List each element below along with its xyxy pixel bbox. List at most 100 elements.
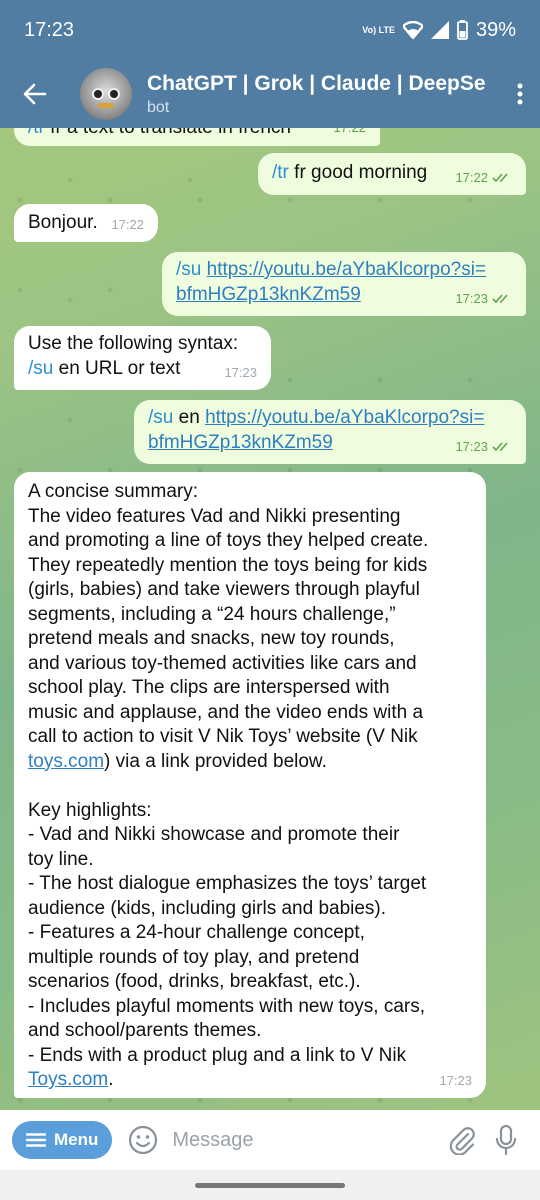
battery-percent: 39% xyxy=(475,18,516,41)
summary-line: and various toy-themed activities like c… xyxy=(28,652,417,674)
message-outgoing[interactable]: /tr fr good morning 17:22 xyxy=(258,153,526,195)
message-text: Bonjour. xyxy=(28,212,98,233)
message-time: 17:22 xyxy=(111,216,144,232)
battery-icon xyxy=(457,20,468,40)
message-meta: 17:22 xyxy=(111,213,144,238)
summary-line: and promoting a line of toys they helped… xyxy=(28,530,429,551)
summary-line: pretend meals and snacks, new toy rounds… xyxy=(28,628,395,649)
highlight-line: - Ends with a product plug and a link to… xyxy=(28,1044,407,1066)
avatar-eye xyxy=(92,88,104,100)
message-outgoing[interactable]: /su https://youtu.be/aYbaKlcorpo?si= bfm… xyxy=(162,252,526,316)
message-outgoing[interactable]: /tr fr a text to translate in french 17:… xyxy=(14,128,380,146)
volte-indicator: Vo) LTE xyxy=(362,24,395,35)
message-time: 17:23 xyxy=(439,1072,472,1088)
highlight-line: - Vad and Nikki showcase and promote the… xyxy=(28,824,400,845)
microphone-icon xyxy=(495,1124,517,1156)
message-list[interactable]: /tr fr a text to translate in french 17:… xyxy=(0,128,540,1100)
status-time: 17:23 xyxy=(24,18,75,41)
message-meta: 17:23 xyxy=(455,287,512,312)
system-nav-bar xyxy=(0,1170,540,1200)
message-text: Use the following syntax: xyxy=(28,333,239,354)
signal-icon xyxy=(430,21,449,39)
summary-line: A concise summary: xyxy=(28,481,198,502)
message-incoming[interactable]: Bonjour. 17:22 xyxy=(14,204,158,242)
summary-line: music and applause, and the video ends w… xyxy=(28,701,424,723)
message-meta: 17:23 xyxy=(224,361,257,386)
highlight-line: and school/parents themes. xyxy=(28,1020,262,1041)
message-text: fr a text to translate in french xyxy=(45,128,291,138)
bot-avatar[interactable] xyxy=(80,68,132,120)
chat-subtitle: bot xyxy=(147,98,170,116)
more-vertical-icon xyxy=(517,83,523,105)
double-check-icon xyxy=(492,294,508,304)
highlight-line: toy line. xyxy=(28,848,94,870)
message-time: 17:23 xyxy=(455,290,488,306)
message-link[interactable]: Toys.com xyxy=(28,1069,108,1090)
summary-line: segments, including a “24 hours challeng… xyxy=(28,603,396,625)
chat-title: ChatGPT | Grok | Claude | DeepSe xyxy=(147,71,486,95)
chat-header: ChatGPT | Grok | Claude | DeepSe bot xyxy=(0,60,540,128)
voice-record-button[interactable] xyxy=(484,1118,528,1162)
avatar-mouth xyxy=(98,103,114,108)
more-options-button[interactable] xyxy=(500,60,540,128)
message-outgoing[interactable]: /su en https://youtu.be/aYbaKlcorpo?si= … xyxy=(134,400,526,464)
highlight-line: Key highlights: xyxy=(28,799,152,821)
message-time: 17:22 xyxy=(455,169,488,185)
highlight-line: - The host dialogue emphasizes the toys’… xyxy=(28,873,427,894)
highlight-line: . xyxy=(108,1069,114,1090)
avatar-eye xyxy=(108,88,120,100)
message-meta: 17:22 xyxy=(455,166,512,191)
wifi-icon xyxy=(402,21,423,39)
message-time: 17:23 xyxy=(455,438,488,454)
highlight-line: scenarios (food, drinks, breakfast, etc.… xyxy=(28,971,361,992)
message-link[interactable]: bfmHGZp13knKZm59 xyxy=(148,432,333,453)
message-meta: 17:23 xyxy=(455,435,512,460)
message-command[interactable]: /tr xyxy=(28,128,45,138)
message-incoming-summary[interactable]: A concise summary: The video features Va… xyxy=(14,472,486,1098)
highlight-line: audience (kids, including girls and babi… xyxy=(28,897,387,919)
emoji-button[interactable] xyxy=(126,1123,160,1157)
message-command[interactable]: /su xyxy=(176,259,201,280)
chat-title-block[interactable]: ChatGPT | Grok | Claude | DeepSe bot xyxy=(147,72,500,117)
summary-line: (girls, babies) and take viewers through… xyxy=(28,579,420,600)
message-input-bar: Menu Message xyxy=(0,1110,540,1170)
message-link[interactable]: https://youtu.be/aYbaKlcorpo?si= xyxy=(205,407,484,428)
highlight-line: - Includes playful moments with new toys… xyxy=(28,995,426,1017)
message-command[interactable]: /su xyxy=(148,407,173,428)
status-bar: 17:23 Vo) LTE 39% xyxy=(0,0,540,60)
paperclip-icon xyxy=(449,1127,475,1155)
message-meta: 17:22 xyxy=(333,128,366,140)
message-text: en URL or text xyxy=(53,357,181,379)
menu-button-label: Menu xyxy=(54,1130,99,1149)
message-incoming[interactable]: Use the following syntax: /su en URL or … xyxy=(14,326,271,390)
summary-line: ) via a link provided below. xyxy=(104,750,327,772)
emoji-icon xyxy=(129,1125,158,1155)
message-text: fr good morning xyxy=(288,162,428,183)
summary-line: The video features Vad and Nikki present… xyxy=(28,505,401,527)
message-link[interactable]: bfmHGZp13knKZm59 xyxy=(176,284,361,305)
message-text: en xyxy=(173,407,206,428)
double-check-icon xyxy=(492,442,508,452)
summary-line: call to action to visit V Nik Toys’ webs… xyxy=(28,726,418,747)
hamburger-icon xyxy=(26,1133,46,1147)
bot-menu-button[interactable]: Menu xyxy=(12,1121,113,1159)
highlight-line: multiple rounds of toy play, and pretend xyxy=(28,946,360,968)
message-link[interactable]: https://youtu.be/aYbaKlcorpo?si= xyxy=(207,259,486,280)
message-command[interactable]: /tr xyxy=(272,162,289,183)
back-arrow-icon xyxy=(23,83,47,105)
attach-button[interactable] xyxy=(440,1118,484,1162)
summary-line: They repeatedly mention the toys being f… xyxy=(28,554,428,576)
message-time: 17:22 xyxy=(333,128,366,140)
summary-line: school play. The clips are interspersed … xyxy=(28,677,390,698)
message-command[interactable]: /su xyxy=(28,358,53,379)
status-icons: Vo) LTE 39% xyxy=(362,19,516,42)
message-input[interactable]: Message xyxy=(172,1129,440,1152)
back-button[interactable] xyxy=(0,60,70,128)
message-meta: 17:23 xyxy=(439,1069,472,1094)
message-time: 17:23 xyxy=(224,364,257,380)
message-link[interactable]: toys.com xyxy=(28,751,104,772)
highlight-line: - Features a 24-hour challenge concept, xyxy=(28,922,365,943)
home-gesture-handle[interactable] xyxy=(195,1182,345,1188)
double-check-icon xyxy=(492,173,508,183)
